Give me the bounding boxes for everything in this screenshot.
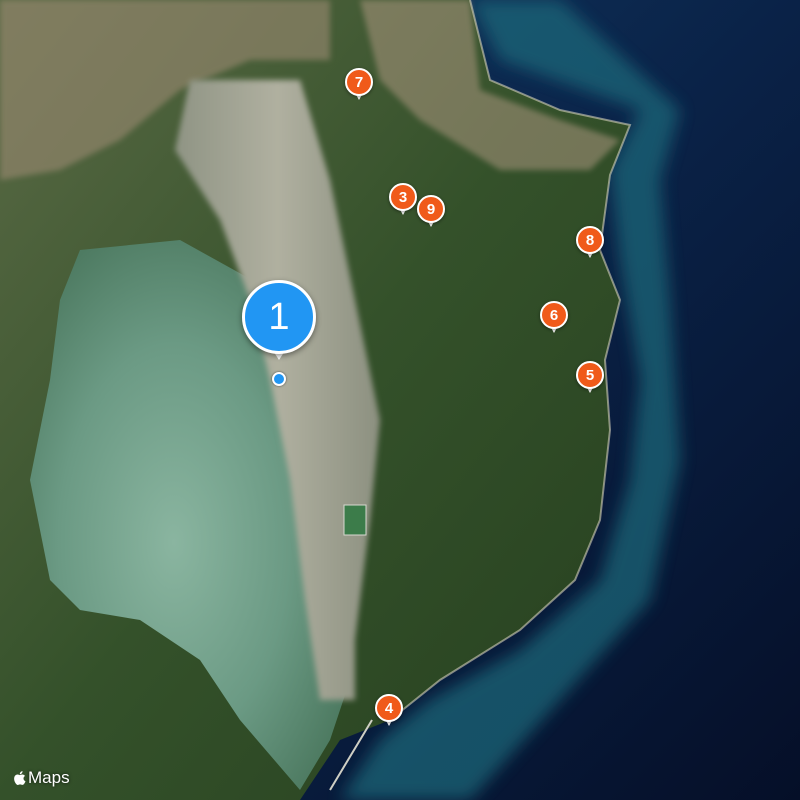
pin-label: 6 xyxy=(540,301,568,329)
map-pin-4[interactable]: 4 xyxy=(375,694,403,730)
pin-label: 9 xyxy=(417,195,445,223)
pin-label: 5 xyxy=(576,361,604,389)
satellite-map[interactable] xyxy=(0,0,800,800)
pin-label: 4 xyxy=(375,694,403,722)
sports-field xyxy=(343,504,367,536)
maps-attribution[interactable]: Maps xyxy=(12,768,70,788)
attribution-text: Maps xyxy=(28,768,70,787)
pin-label: 3 xyxy=(389,183,417,211)
map-pin-3[interactable]: 3 xyxy=(389,183,417,219)
map-pin-9[interactable]: 9 xyxy=(417,195,445,231)
location-dot-icon xyxy=(272,372,286,386)
pin-label: 8 xyxy=(576,226,604,254)
pin-label: 7 xyxy=(345,68,373,96)
primary-location-pin[interactable]: 1 xyxy=(242,280,316,372)
primary-pin-label: 1 xyxy=(242,280,316,354)
map-pin-7[interactable]: 7 xyxy=(345,68,373,104)
map-pin-5[interactable]: 5 xyxy=(576,361,604,397)
apple-logo-icon xyxy=(14,771,26,786)
map-pin-8[interactable]: 8 xyxy=(576,226,604,262)
map-pin-6[interactable]: 6 xyxy=(540,301,568,337)
